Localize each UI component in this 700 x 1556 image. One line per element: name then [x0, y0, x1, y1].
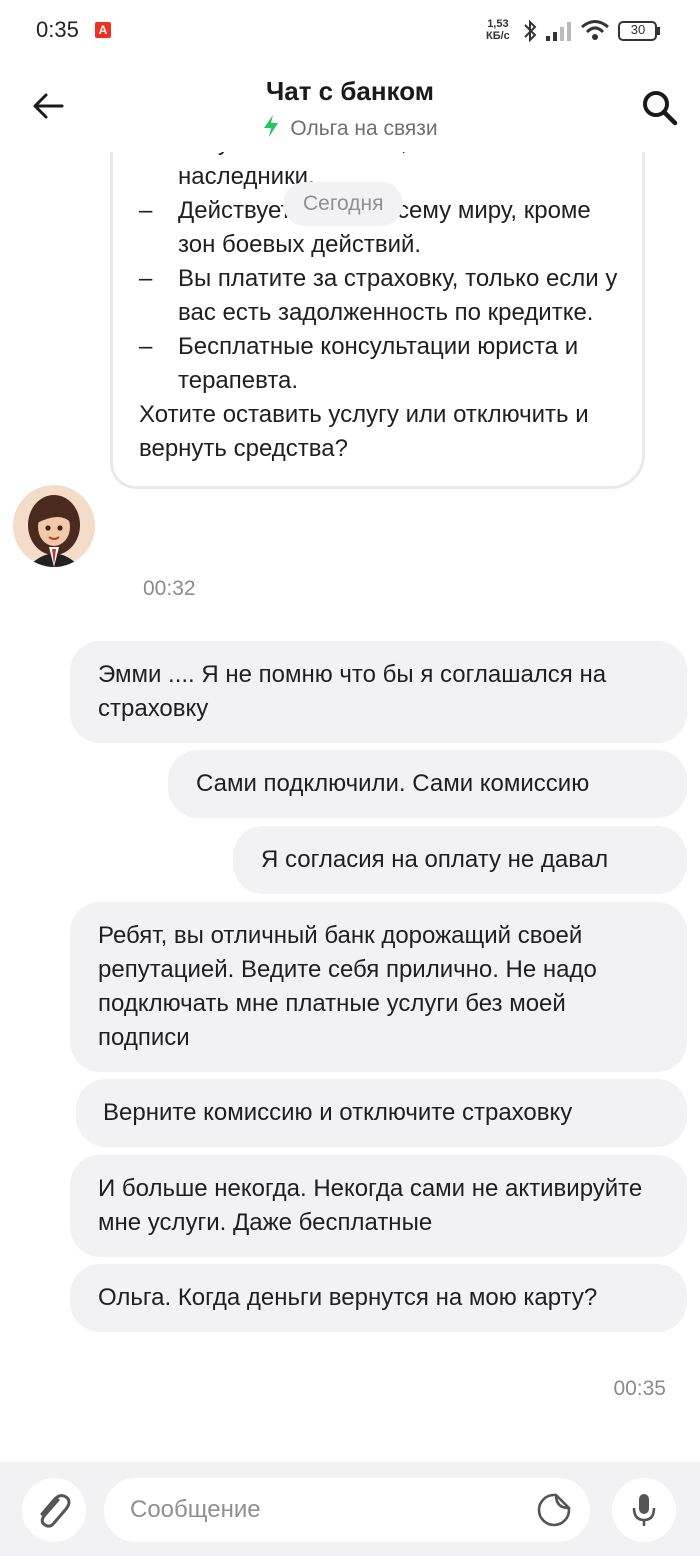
app-notification-icon: A: [95, 22, 111, 38]
network-speed: 1,53 КБ/с: [486, 18, 510, 42]
wifi-icon: [581, 20, 609, 40]
message-input-placeholder: Сообщение: [130, 1496, 261, 1523]
message-composer: Сообщение: [0, 1462, 700, 1556]
bank-message-time: 00:32: [143, 577, 196, 600]
user-message: Эмми .... Я не помню что бы я соглашался…: [70, 641, 687, 743]
user-message: Сами подключили. Сами комиссию: [168, 750, 687, 818]
attach-button[interactable]: [22, 1478, 86, 1542]
sticker-icon[interactable]: [536, 1492, 572, 1528]
list-item: Вы платите за страховку, только если у в…: [137, 262, 627, 330]
paperclip-icon: [40, 1494, 71, 1528]
network-speed-value: 1,53: [487, 18, 509, 30]
user-message: Ребят, вы отличный банк дорожащий своей …: [70, 902, 687, 1072]
microphone-icon: [632, 1494, 656, 1526]
battery-level: 30: [630, 22, 646, 37]
user-message: Я согласия на оплату не давал: [233, 826, 687, 894]
date-separator: Сегодня: [283, 182, 404, 226]
chat-title: Чат с банком: [265, 76, 435, 106]
chat-header: Чат с банком Ольга на связи: [0, 62, 700, 152]
user-message: Ольга. Когда деньги вернутся на мою карт…: [70, 1264, 687, 1332]
signal-icon: [546, 22, 571, 41]
chat-messages[interactable]: Выплаты по любому риску могут получить к…: [0, 152, 700, 1462]
search-icon[interactable]: [640, 88, 680, 128]
message-input[interactable]: Сообщение: [104, 1478, 590, 1542]
lightning-icon: [264, 115, 279, 137]
agent-status: Ольга на связи: [0, 114, 700, 141]
voice-message-button[interactable]: [612, 1478, 676, 1542]
user-message: Верните комиссию и отключите страховку: [76, 1079, 687, 1147]
user-message-time: 00:35: [613, 1377, 666, 1400]
list-item: Бесплатные консультации юриста и терапев…: [137, 330, 627, 398]
status-bar: 0:35 A 1,53 КБ/с 30: [0, 0, 700, 62]
agent-avatar[interactable]: [13, 485, 95, 567]
agent-status-text: Ольга на связи: [290, 117, 438, 140]
bank-message-question: Хотите оставить услугу или отключить и в…: [139, 401, 589, 462]
user-message: И больше некогда. Некогда сами не активи…: [70, 1155, 687, 1257]
status-time: 0:35: [36, 17, 79, 42]
network-speed-unit: КБ/с: [486, 30, 510, 42]
bluetooth-icon: [524, 19, 537, 43]
